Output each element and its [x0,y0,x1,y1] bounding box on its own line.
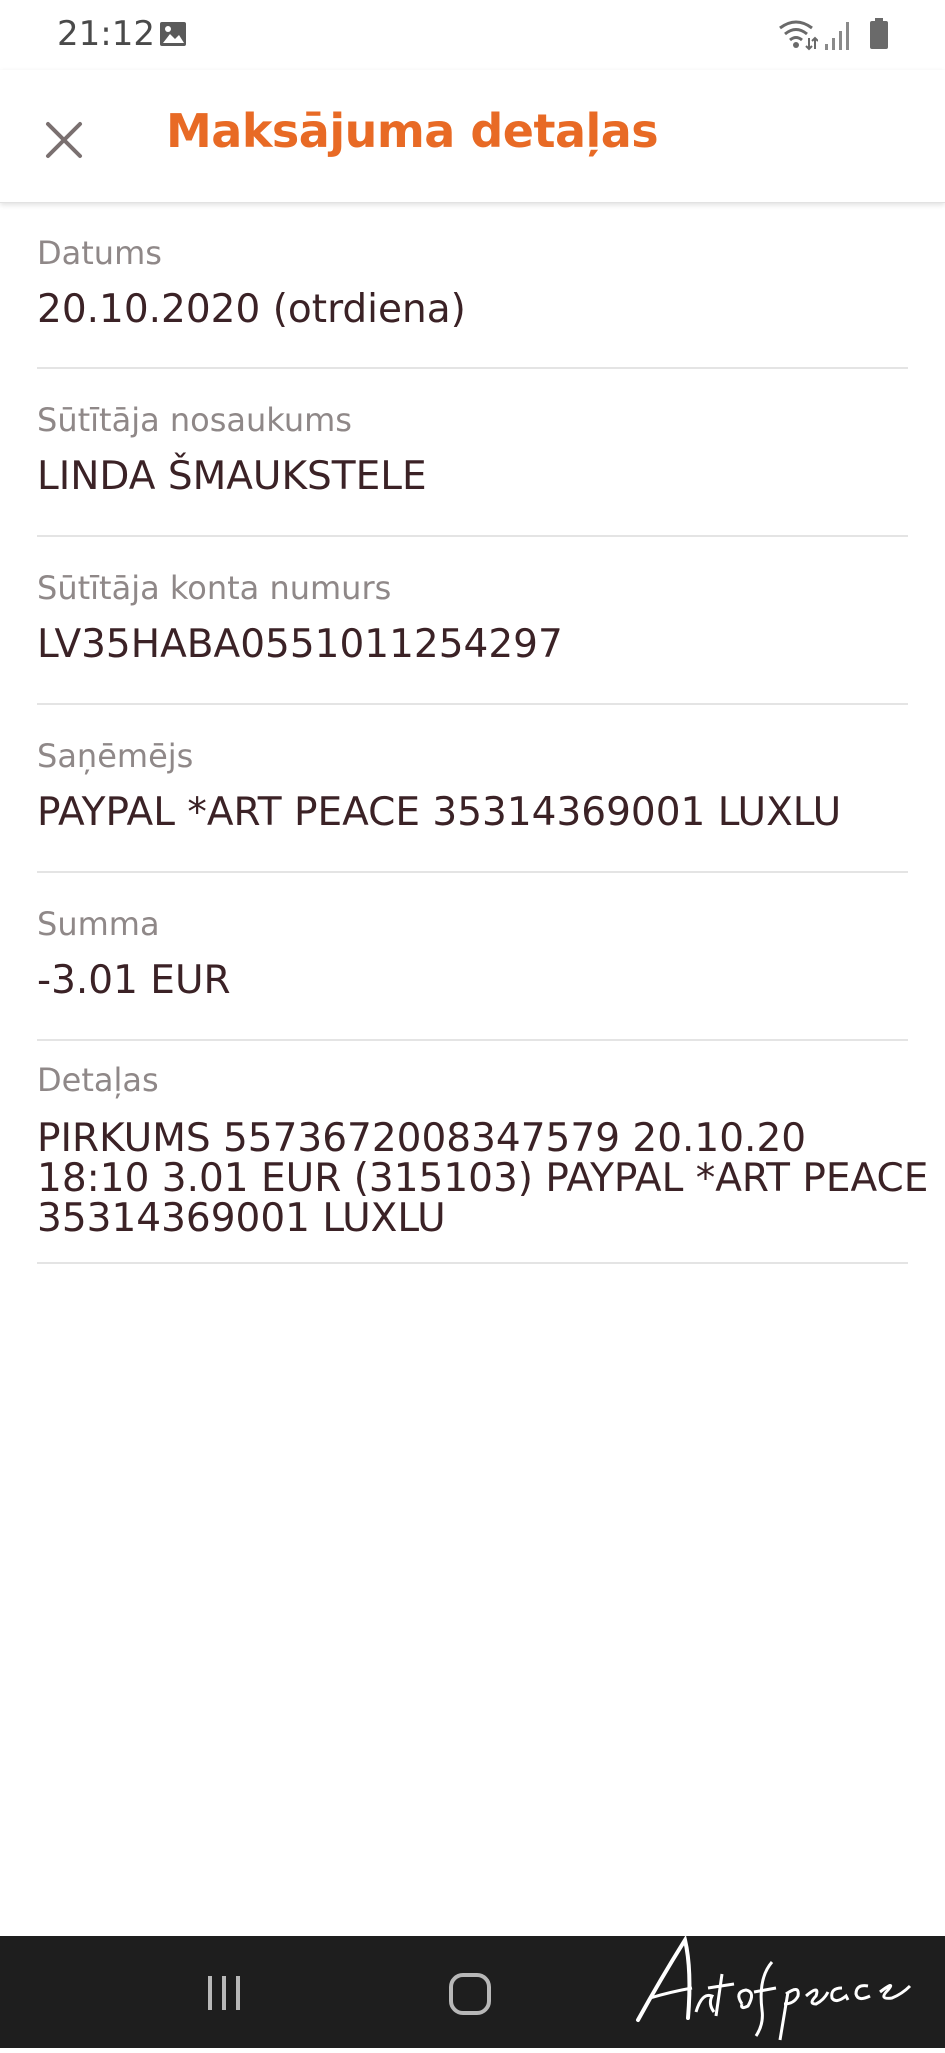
battery-icon [869,18,889,50]
detail-value-line: PIRKUMS 5573672008347579 20.10.20 [37,1116,807,1161]
status-time: 21:12 [57,14,155,54]
close-icon [46,122,82,158]
detail-item-amount: Summa -3.01 EUR [37,873,908,1041]
detail-item-sender-name: Sūtītāja nosaukums LINDA ŠMAUKSTELE [37,369,908,537]
home-button[interactable] [448,1972,492,2016]
status-bar: 21:12 [0,0,945,70]
detail-value: -3.01 EUR [37,958,231,1003]
watermark-logo [630,1900,945,2048]
detail-label: Sūtītāja nosaukums [37,401,352,439]
recents-icon [208,1976,240,2010]
detail-label: Sūtītāja konta numurs [37,569,392,607]
detail-value-line: 18:10 3.01 EUR (315103) PAYPAL *ART PEAC… [37,1156,929,1201]
close-button[interactable] [30,106,98,174]
detail-item-date: Datums 20.10.2020 (otrdiena) [37,203,908,369]
detail-value: LINDA ŠMAUKSTELE [37,454,427,499]
detail-value: LV35HABA0551011254297 [37,622,563,667]
detail-value-line: 35314369001 LUXLU [37,1196,446,1241]
home-icon [449,1973,491,2015]
detail-value: 20.10.2020 (otrdiena) [37,287,466,332]
detail-label: Saņēmējs [37,737,194,775]
detail-item-recipient: Saņēmējs PAYPAL *ART PEACE 35314369001 L… [37,705,908,873]
detail-value: PAYPAL *ART PEACE 35314369001 LUXLU [37,790,842,835]
detail-label: Detaļas [37,1061,159,1099]
detail-label: Summa [37,905,160,943]
app-bar: Maksājuma detaļas [0,70,945,203]
page-title: Maksājuma detaļas [166,104,659,158]
image-icon [159,20,187,48]
detail-item-details: Detaļas PIRKUMS 5573672008347579 20.10.2… [37,1041,928,1264]
payment-details-list: Datums 20.10.2020 (otrdiena) Sūtītāja no… [37,203,928,1264]
recents-button[interactable] [200,1972,248,2014]
wifi-icon [778,18,819,52]
detail-item-sender-account: Sūtītāja konta numurs LV35HABA0551011254… [37,537,908,705]
signal-icon [823,20,851,52]
detail-label: Datums [37,234,162,272]
